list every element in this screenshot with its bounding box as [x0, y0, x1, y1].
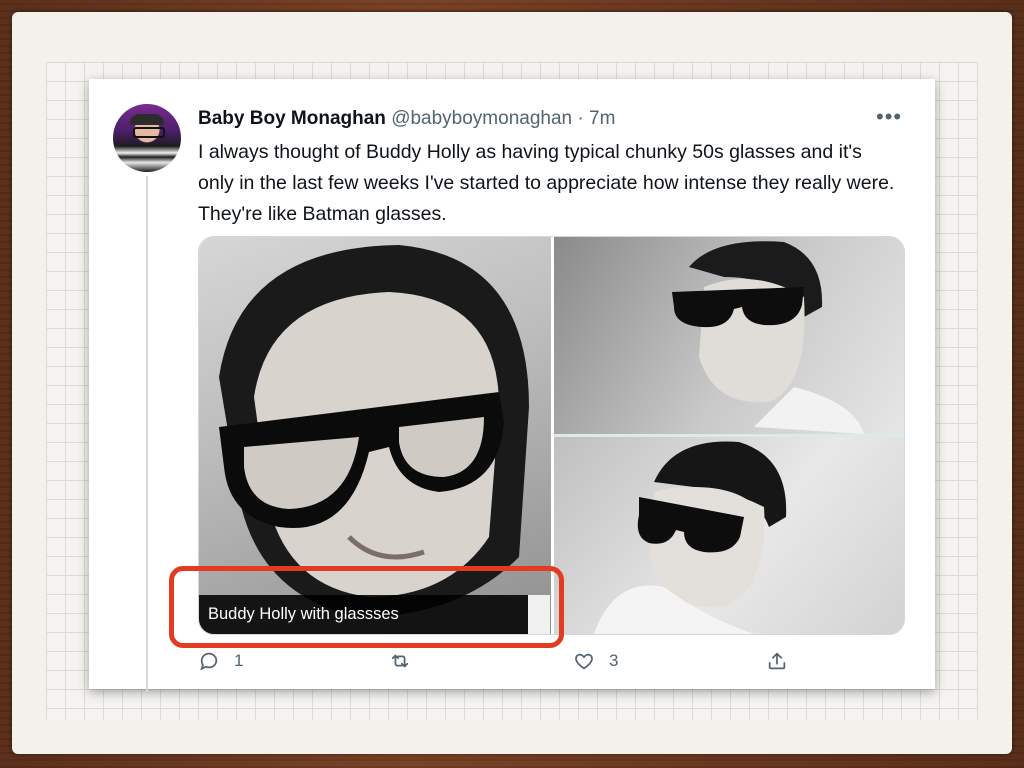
reply-icon	[200, 652, 218, 671]
heart-icon	[575, 653, 593, 670]
author-name[interactable]: Baby Boy Monaghan	[198, 108, 386, 129]
share-button[interactable]	[766, 650, 788, 672]
reply-count: 1	[234, 651, 244, 670]
reply-button[interactable]: 1	[198, 650, 243, 672]
like-button[interactable]: 3	[573, 650, 618, 672]
photo-top-right[interactable]	[554, 237, 904, 434]
retweet-button[interactable]	[389, 650, 411, 672]
avatar[interactable]	[113, 104, 181, 172]
avatar-hat	[130, 114, 164, 125]
portrait-illustration	[594, 441, 787, 634]
tweet-header: Baby Boy Monaghan @babyboymonaghan · 7m	[198, 107, 615, 131]
portrait-illustration	[672, 241, 864, 434]
thread-line	[146, 176, 148, 692]
tweet-text: I always thought of Buddy Holly as havin…	[198, 141, 895, 225]
time-separator: ·	[572, 108, 589, 129]
caption-highlight-annotation	[169, 566, 564, 648]
author-handle[interactable]: @babyboymonaghan	[391, 108, 572, 129]
more-horizontal-icon[interactable]: •••	[876, 104, 902, 130]
photo-bottom-right[interactable]	[554, 437, 904, 634]
like-count: 3	[609, 651, 619, 670]
retweet-icon	[391, 654, 409, 668]
timestamp[interactable]: 7m	[589, 108, 615, 129]
avatar-glasses	[133, 127, 165, 138]
media-divider-horizontal	[554, 434, 904, 437]
share-icon	[768, 652, 786, 670]
